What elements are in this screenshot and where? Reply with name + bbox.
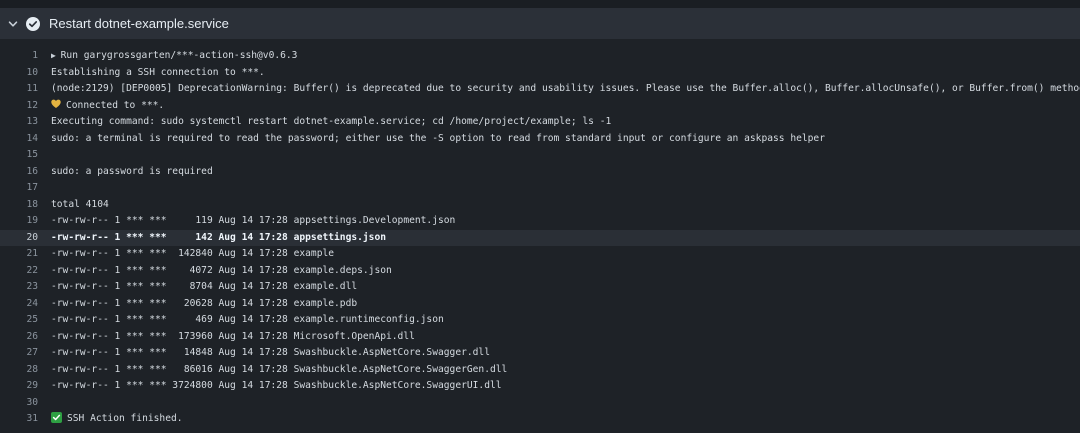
log-text: Run garygrossgarten/***-action-ssh@v0.6.…: [60, 50, 298, 61]
line-number[interactable]: 31: [0, 411, 38, 428]
log-line[interactable]: 21 -rw-rw-r-- 1 *** *** 142840 Aug 14 17:…: [0, 246, 1080, 263]
line-number[interactable]: 17: [0, 180, 38, 197]
expand-caret-icon[interactable]: ▶: [51, 51, 61, 60]
log-line[interactable]: 18 total 4104: [0, 197, 1080, 214]
log-text: -rw-rw-r-- 1 *** *** 173960 Aug 14 17:28…: [51, 330, 415, 342]
line-number[interactable]: 30: [0, 395, 38, 412]
step-header[interactable]: Restart dotnet-example.service: [0, 8, 1080, 39]
log-line[interactable]: 26 -rw-rw-r-- 1 *** *** 173960 Aug 14 17:…: [0, 329, 1080, 346]
log-text: sudo: a terminal is required to read the…: [51, 132, 825, 144]
log-line-text: ▶ Run garygrossgarten/***-action-ssh@v0.…: [51, 48, 297, 65]
log-text: total 4104: [51, 198, 109, 210]
log-text: -rw-rw-r-- 1 *** *** 3724800 Aug 14 17:2…: [51, 380, 502, 391]
log-line-text: -rw-rw-r-- 1 *** *** 142 Aug 14 17:28 ap…: [51, 230, 386, 247]
log-text: -rw-rw-r-- 1 *** *** 14848 Aug 14 17:28 …: [51, 347, 490, 358]
log-line-text: -rw-rw-r-- 1 *** *** 14848 Aug 14 17:28 …: [51, 345, 490, 362]
log-line[interactable]: 27 -rw-rw-r-- 1 *** *** 14848 Aug 14 17:2…: [0, 345, 1080, 362]
log-line-text: Executing command: sudo systemctl restar…: [51, 114, 611, 131]
line-number[interactable]: 20: [0, 230, 38, 247]
log-text: -rw-rw-r-- 1 *** *** 119 Aug 14 17:28 ap…: [51, 215, 456, 226]
log-text: -rw-rw-r-- 1 *** *** 8704 Aug 14 17:28 e…: [51, 281, 358, 292]
log-line-text: -rw-rw-r-- 1 *** *** 4072 Aug 14 17:28 e…: [51, 263, 392, 280]
log-line-text: -rw-rw-r-- 1 *** *** 8704 Aug 14 17:28 e…: [51, 279, 357, 296]
log-line-text: -rw-rw-r-- 1 *** *** 173960 Aug 14 17:28…: [51, 329, 415, 346]
log-line-text: -rw-rw-r-- 1 *** *** 119 Aug 14 17:28 ap…: [51, 213, 455, 230]
log-line[interactable]: 15: [0, 147, 1080, 164]
line-number[interactable]: 22: [0, 263, 38, 280]
log-line[interactable]: 19 -rw-rw-r-- 1 *** *** 119 Aug 14 17:28 …: [0, 213, 1080, 230]
log-line-text: Establishing a SSH connection to ***.: [51, 65, 265, 82]
log-line[interactable]: 16 sudo: a password is required: [0, 164, 1080, 181]
log-line-text: -rw-rw-r-- 1 *** *** 20628 Aug 14 17:28 …: [51, 296, 357, 313]
line-number[interactable]: 23: [0, 279, 38, 296]
log-text: Executing command: sudo systemctl restar…: [51, 116, 612, 127]
line-number[interactable]: 13: [0, 114, 38, 131]
line-number[interactable]: 15: [0, 147, 38, 164]
log-line[interactable]: 14 sudo: a terminal is required to read t…: [0, 131, 1080, 148]
line-number[interactable]: 10: [0, 65, 38, 82]
log-line-text: total 4104: [51, 197, 109, 214]
log-line[interactable]: 30: [0, 395, 1080, 412]
line-number[interactable]: 11: [0, 81, 38, 98]
log-text: SSH Action finished.: [67, 413, 183, 424]
log-line[interactable]: 24 -rw-rw-r-- 1 *** *** 20628 Aug 14 17:2…: [0, 296, 1080, 313]
log-text: -rw-rw-r-- 1 *** *** 142840 Aug 14 17:28…: [51, 248, 335, 259]
log-line[interactable]: 25 -rw-rw-r-- 1 *** *** 469 Aug 14 17:28 …: [0, 312, 1080, 329]
check-circle-icon: [26, 16, 40, 31]
log-line[interactable]: 13 Executing command: sudo systemctl rest…: [0, 114, 1080, 131]
log-line-text: -rw-rw-r-- 1 *** *** 469 Aug 14 17:28 ex…: [51, 312, 444, 329]
line-number[interactable]: 25: [0, 312, 38, 329]
log-line[interactable]: 12 Connected to ***.: [0, 98, 1080, 115]
log-text: -rw-rw-r-- 1 *** *** 4072 Aug 14 17:28 e…: [51, 264, 392, 276]
line-number[interactable]: 14: [0, 131, 38, 148]
log-line[interactable]: 28 -rw-rw-r-- 1 *** *** 86016 Aug 14 17:2…: [0, 362, 1080, 379]
log-line-text: sudo: a terminal is required to read the…: [51, 131, 825, 148]
log-text: -rw-rw-r-- 1 *** *** 20628 Aug 14 17:28 …: [51, 297, 358, 309]
log-line[interactable]: 17: [0, 180, 1080, 197]
step-title: Restart dotnet-example.service: [49, 16, 229, 31]
log-line-text: -rw-rw-r-- 1 *** *** 3724800 Aug 14 17:2…: [51, 378, 502, 395]
line-number[interactable]: 26: [0, 329, 38, 346]
log-line-text: -rw-rw-r-- 1 *** *** 86016 Aug 14 17:28 …: [51, 362, 507, 379]
line-number[interactable]: 1: [0, 48, 38, 65]
line-number[interactable]: 28: [0, 362, 38, 379]
log-text: sudo: a password is required: [51, 165, 213, 177]
log-text: -rw-rw-r-- 1 *** *** 86016 Aug 14 17:28 …: [51, 363, 508, 375]
line-number[interactable]: 24: [0, 296, 38, 313]
log-text: -rw-rw-r-- 1 *** *** 469 Aug 14 17:28 ex…: [51, 314, 444, 325]
green-check-icon: [51, 412, 62, 423]
log-line[interactable]: 11 (node:2129) [DEP0005] DeprecationWarni…: [0, 81, 1080, 98]
log-line-text: -rw-rw-r-- 1 *** *** 142840 Aug 14 17:28…: [51, 246, 334, 263]
log-line-text: (node:2129) [DEP0005] DeprecationWarning…: [51, 81, 1080, 98]
log-line[interactable]: 31 SSH Action finished.: [0, 411, 1080, 428]
log-text: -rw-rw-r-- 1 *** *** 142 Aug 14 17:28 ap…: [51, 231, 387, 243]
log-line[interactable]: 10 Establishing a SSH connection to ***.: [0, 65, 1080, 82]
line-number[interactable]: 27: [0, 345, 38, 362]
log-text: Connected to ***.: [66, 99, 165, 111]
log-line-text: sudo: a password is required: [51, 164, 213, 181]
line-number[interactable]: 21: [0, 246, 38, 263]
log-line-text: Connected to ***.: [51, 98, 164, 115]
log-line[interactable]: 20 -rw-rw-r-- 1 *** *** 142 Aug 14 17:28 …: [0, 229, 1080, 247]
log-text: Establishing a SSH connection to ***.: [51, 66, 265, 78]
log-text: (node:2129) [DEP0005] DeprecationWarning…: [51, 83, 1080, 94]
log-line[interactable]: 22 -rw-rw-r-- 1 *** *** 4072 Aug 14 17:28…: [0, 263, 1080, 280]
line-number[interactable]: 19: [0, 213, 38, 230]
top-strip: [0, 0, 1080, 8]
yellow-heart-icon: [51, 99, 61, 109]
line-number[interactable]: 29: [0, 378, 38, 395]
log-line[interactable]: 23 -rw-rw-r-- 1 *** *** 8704 Aug 14 17:28…: [0, 279, 1080, 296]
log-line-text: SSH Action finished.: [51, 411, 183, 428]
log-line[interactable]: 1 ▶ Run garygrossgarten/***-action-ssh@v0…: [0, 48, 1080, 65]
log-line[interactable]: 29 -rw-rw-r-- 1 *** *** 3724800 Aug 14 17…: [0, 378, 1080, 395]
chevron-down-icon[interactable]: [8, 19, 18, 29]
line-number[interactable]: 12: [0, 98, 38, 115]
line-number[interactable]: 16: [0, 164, 38, 181]
log-output: 1 ▶ Run garygrossgarten/***-action-ssh@v0…: [0, 48, 1080, 428]
line-number[interactable]: 18: [0, 197, 38, 214]
